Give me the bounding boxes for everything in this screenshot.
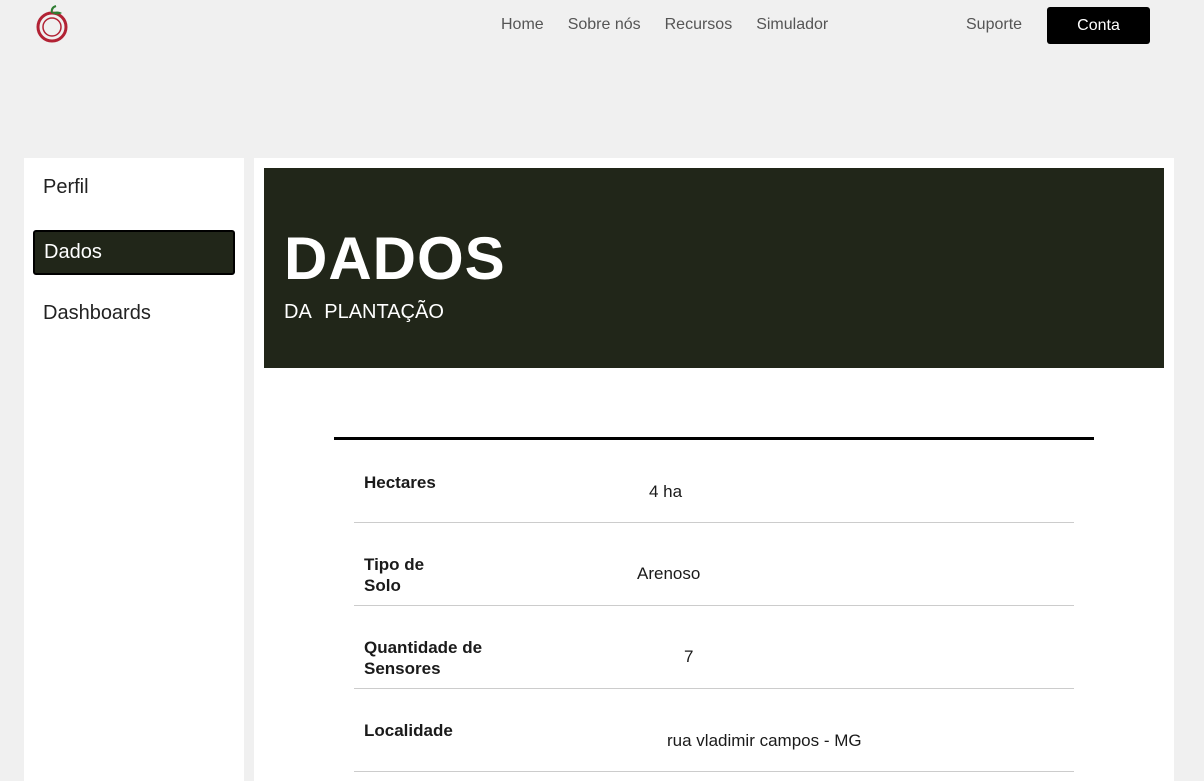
sidebar-item-dados[interactable]: Dados bbox=[33, 230, 235, 275]
sidebar: Perfil Dados Dashboards bbox=[24, 158, 244, 781]
row-label-sensores: Quantidade de Sensores bbox=[364, 638, 483, 678]
nav-suporte[interactable]: Suporte bbox=[966, 16, 1022, 34]
account-button[interactable]: Conta bbox=[1047, 7, 1150, 44]
table-row: Quantidade de Sensores 7 bbox=[354, 606, 1074, 689]
nav-recursos[interactable]: Recursos bbox=[665, 16, 733, 34]
row-label-localidade: Localidade bbox=[364, 721, 453, 740]
table-row: Hectares 4 ha bbox=[354, 440, 1074, 523]
sidebar-item-dashboards[interactable]: Dashboards bbox=[33, 292, 235, 337]
main-nav: Home Sobre nós Recursos Simulador bbox=[501, 16, 852, 34]
data-table: Hectares 4 ha Tipo de Solo Arenoso Quant… bbox=[334, 437, 1094, 772]
page-subtitle: DA PLANTAÇÃO bbox=[284, 301, 444, 323]
sidebar-item-perfil[interactable]: Perfil bbox=[33, 166, 235, 211]
row-value-tipo-solo: Arenoso bbox=[637, 564, 701, 583]
row-value-localidade: rua vladimir campos - MG bbox=[667, 731, 862, 750]
table-row: Localidade rua vladimir campos - MG bbox=[354, 689, 1074, 772]
table-row: Tipo de Solo Arenoso bbox=[354, 523, 1074, 606]
row-label-tipo-solo: Tipo de Solo bbox=[364, 555, 425, 595]
row-value-sensores: 7 bbox=[684, 647, 694, 666]
main-content: DADOS DA PLANTAÇÃO Hectares 4 ha Tipo de… bbox=[254, 158, 1174, 781]
nav-simulador[interactable]: Simulador bbox=[756, 16, 828, 34]
page-banner: DADOS DA PLANTAÇÃO bbox=[264, 168, 1164, 368]
nav-sobre-nos[interactable]: Sobre nós bbox=[568, 16, 641, 34]
row-label-hectares: Hectares bbox=[364, 473, 436, 492]
page-title: DADOS bbox=[284, 225, 506, 292]
nav-home[interactable]: Home bbox=[501, 16, 544, 34]
logo-icon[interactable] bbox=[34, 5, 70, 43]
row-value-hectares: 4 ha bbox=[649, 482, 683, 501]
